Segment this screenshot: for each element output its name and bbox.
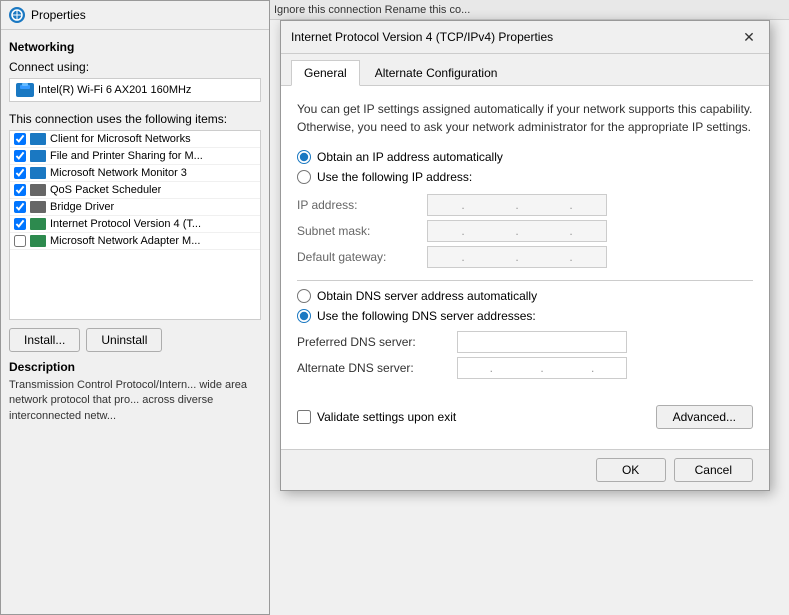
ipv4-dialog: Internet Protocol Version 4 (TCP/IPv4) P… bbox=[280, 20, 770, 491]
list-item[interactable]: Internet Protocol Version 4 (T... bbox=[10, 216, 260, 233]
ip-fields-group: IP address: ... Subnet mask: ... Default… bbox=[297, 194, 753, 268]
obtain-ip-auto-option[interactable]: Obtain an IP address automatically bbox=[297, 150, 753, 164]
bridge-driver-checkbox[interactable] bbox=[14, 201, 26, 213]
obtain-ip-auto-label: Obtain an IP address automatically bbox=[317, 150, 503, 164]
top-bar: Ignore this connection Rename this co... bbox=[270, 0, 789, 20]
validate-row: Validate settings upon exit Advanced... bbox=[297, 405, 753, 429]
preferred-dns-input[interactable] bbox=[457, 331, 627, 353]
dns-radio-group: Obtain DNS server address automatically … bbox=[297, 289, 753, 323]
alternate-dns-field[interactable]: ... bbox=[457, 357, 627, 379]
list-item[interactable]: Bridge Driver bbox=[10, 199, 260, 216]
list-item[interactable]: Client for Microsoft Networks bbox=[10, 131, 260, 148]
list-item-icon bbox=[30, 218, 46, 230]
connect-using-label: Connect using: bbox=[9, 60, 261, 74]
use-following-ip-option[interactable]: Use the following IP address: bbox=[297, 170, 753, 184]
adapter-icon bbox=[16, 83, 34, 97]
description-text: Transmission Control Protocol/Intern... … bbox=[9, 378, 261, 424]
install-button[interactable]: Install... bbox=[9, 328, 80, 352]
properties-titlebar: Properties bbox=[1, 1, 269, 30]
list-item-icon bbox=[30, 167, 46, 179]
network-monitor-checkbox[interactable] bbox=[14, 167, 26, 179]
preferred-dns-label: Preferred DNS server: bbox=[297, 335, 457, 349]
tab-bar: General Alternate Configuration bbox=[281, 54, 769, 86]
description-label: Description bbox=[9, 360, 261, 374]
info-text: You can get IP settings assigned automat… bbox=[297, 100, 753, 136]
file-sharing-checkbox[interactable] bbox=[14, 150, 26, 162]
list-item-text: Bridge Driver bbox=[50, 201, 114, 213]
default-gateway-field: ... bbox=[427, 246, 607, 268]
properties-title: Properties bbox=[31, 8, 86, 22]
ip-address-field: ... bbox=[427, 194, 607, 216]
items-list: Client for Microsoft Networks File and P… bbox=[9, 130, 261, 320]
list-item-text: Client for Microsoft Networks bbox=[50, 133, 191, 145]
client-networks-checkbox[interactable] bbox=[14, 133, 26, 145]
use-following-ip-label: Use the following IP address: bbox=[317, 170, 472, 184]
top-bar-text: Ignore this connection Rename this co... bbox=[274, 4, 470, 16]
use-following-dns-label: Use the following DNS server addresses: bbox=[317, 309, 536, 323]
network-icon bbox=[9, 7, 25, 23]
connection-uses-label: This connection uses the following items… bbox=[9, 112, 261, 126]
obtain-ip-auto-radio[interactable] bbox=[297, 150, 311, 164]
dialog-footer-area: Validate settings upon exit Advanced... bbox=[281, 397, 769, 449]
dialog-ok-cancel-bar: OK Cancel bbox=[281, 449, 769, 490]
list-item-icon bbox=[30, 133, 46, 145]
default-gateway-label: Default gateway: bbox=[297, 250, 427, 264]
qos-checkbox[interactable] bbox=[14, 184, 26, 196]
list-item[interactable]: QoS Packet Scheduler bbox=[10, 182, 260, 199]
use-following-dns-option[interactable]: Use the following DNS server addresses: bbox=[297, 309, 753, 323]
use-following-dns-radio[interactable] bbox=[297, 309, 311, 323]
ipv4-checkbox[interactable] bbox=[14, 218, 26, 230]
networking-label: Networking bbox=[9, 40, 261, 54]
obtain-dns-auto-option[interactable]: Obtain DNS server address automatically bbox=[297, 289, 753, 303]
tab-general[interactable]: General bbox=[291, 60, 360, 86]
dialog-body: You can get IP settings assigned automat… bbox=[281, 86, 769, 397]
list-item-text: Microsoft Network Monitor 3 bbox=[50, 167, 187, 179]
list-item-text: Internet Protocol Version 4 (T... bbox=[50, 218, 201, 230]
properties-content: Networking Connect using: Intel(R) Wi-Fi… bbox=[1, 30, 269, 434]
alternate-dns-label: Alternate DNS server: bbox=[297, 361, 457, 375]
uninstall-button[interactable]: Uninstall bbox=[86, 328, 162, 352]
adapter-row: Intel(R) Wi-Fi 6 AX201 160MHz bbox=[9, 78, 261, 102]
ok-button[interactable]: OK bbox=[596, 458, 666, 482]
list-item[interactable]: File and Printer Sharing for M... bbox=[10, 148, 260, 165]
install-uninstall-buttons: Install... Uninstall bbox=[9, 328, 261, 352]
list-item[interactable]: Microsoft Network Monitor 3 bbox=[10, 165, 260, 182]
obtain-dns-auto-radio[interactable] bbox=[297, 289, 311, 303]
list-item-text: QoS Packet Scheduler bbox=[50, 184, 161, 196]
dialog-close-button[interactable]: ✕ bbox=[739, 27, 759, 47]
list-item-text: Microsoft Network Adapter M... bbox=[50, 235, 200, 247]
list-item-icon bbox=[30, 150, 46, 162]
advanced-button[interactable]: Advanced... bbox=[656, 405, 753, 429]
preferred-dns-row: Preferred DNS server: bbox=[297, 331, 753, 353]
ip-address-label: IP address: bbox=[297, 198, 427, 212]
obtain-dns-auto-label: Obtain DNS server address automatically bbox=[317, 289, 537, 303]
adapter-name: Intel(R) Wi-Fi 6 AX201 160MHz bbox=[38, 84, 191, 96]
validate-label: Validate settings upon exit bbox=[317, 410, 456, 424]
list-item-icon bbox=[30, 201, 46, 213]
subnet-mask-field: ... bbox=[427, 220, 607, 242]
validate-checkbox[interactable] bbox=[297, 410, 311, 424]
use-following-ip-radio[interactable] bbox=[297, 170, 311, 184]
subnet-mask-label: Subnet mask: bbox=[297, 224, 427, 238]
ip-address-row: IP address: ... bbox=[297, 194, 753, 216]
tab-alternate-configuration[interactable]: Alternate Configuration bbox=[362, 60, 511, 85]
list-item-icon bbox=[30, 184, 46, 196]
ip-radio-group: Obtain an IP address automatically Use t… bbox=[297, 150, 753, 184]
list-item-text: File and Printer Sharing for M... bbox=[50, 150, 203, 162]
dialog-title: Internet Protocol Version 4 (TCP/IPv4) P… bbox=[291, 30, 553, 44]
list-item[interactable]: Microsoft Network Adapter M... bbox=[10, 233, 260, 250]
dns-section: Obtain DNS server address automatically … bbox=[297, 289, 753, 379]
cancel-button[interactable]: Cancel bbox=[674, 458, 753, 482]
divider bbox=[297, 280, 753, 281]
subnet-mask-row: Subnet mask: ... bbox=[297, 220, 753, 242]
ms-adapter-checkbox[interactable] bbox=[14, 235, 26, 247]
alternate-dns-row: Alternate DNS server: ... bbox=[297, 357, 753, 379]
properties-window: Properties Networking Connect using: Int… bbox=[0, 0, 270, 615]
default-gateway-row: Default gateway: ... bbox=[297, 246, 753, 268]
dialog-titlebar: Internet Protocol Version 4 (TCP/IPv4) P… bbox=[281, 21, 769, 54]
list-item-icon bbox=[30, 235, 46, 247]
